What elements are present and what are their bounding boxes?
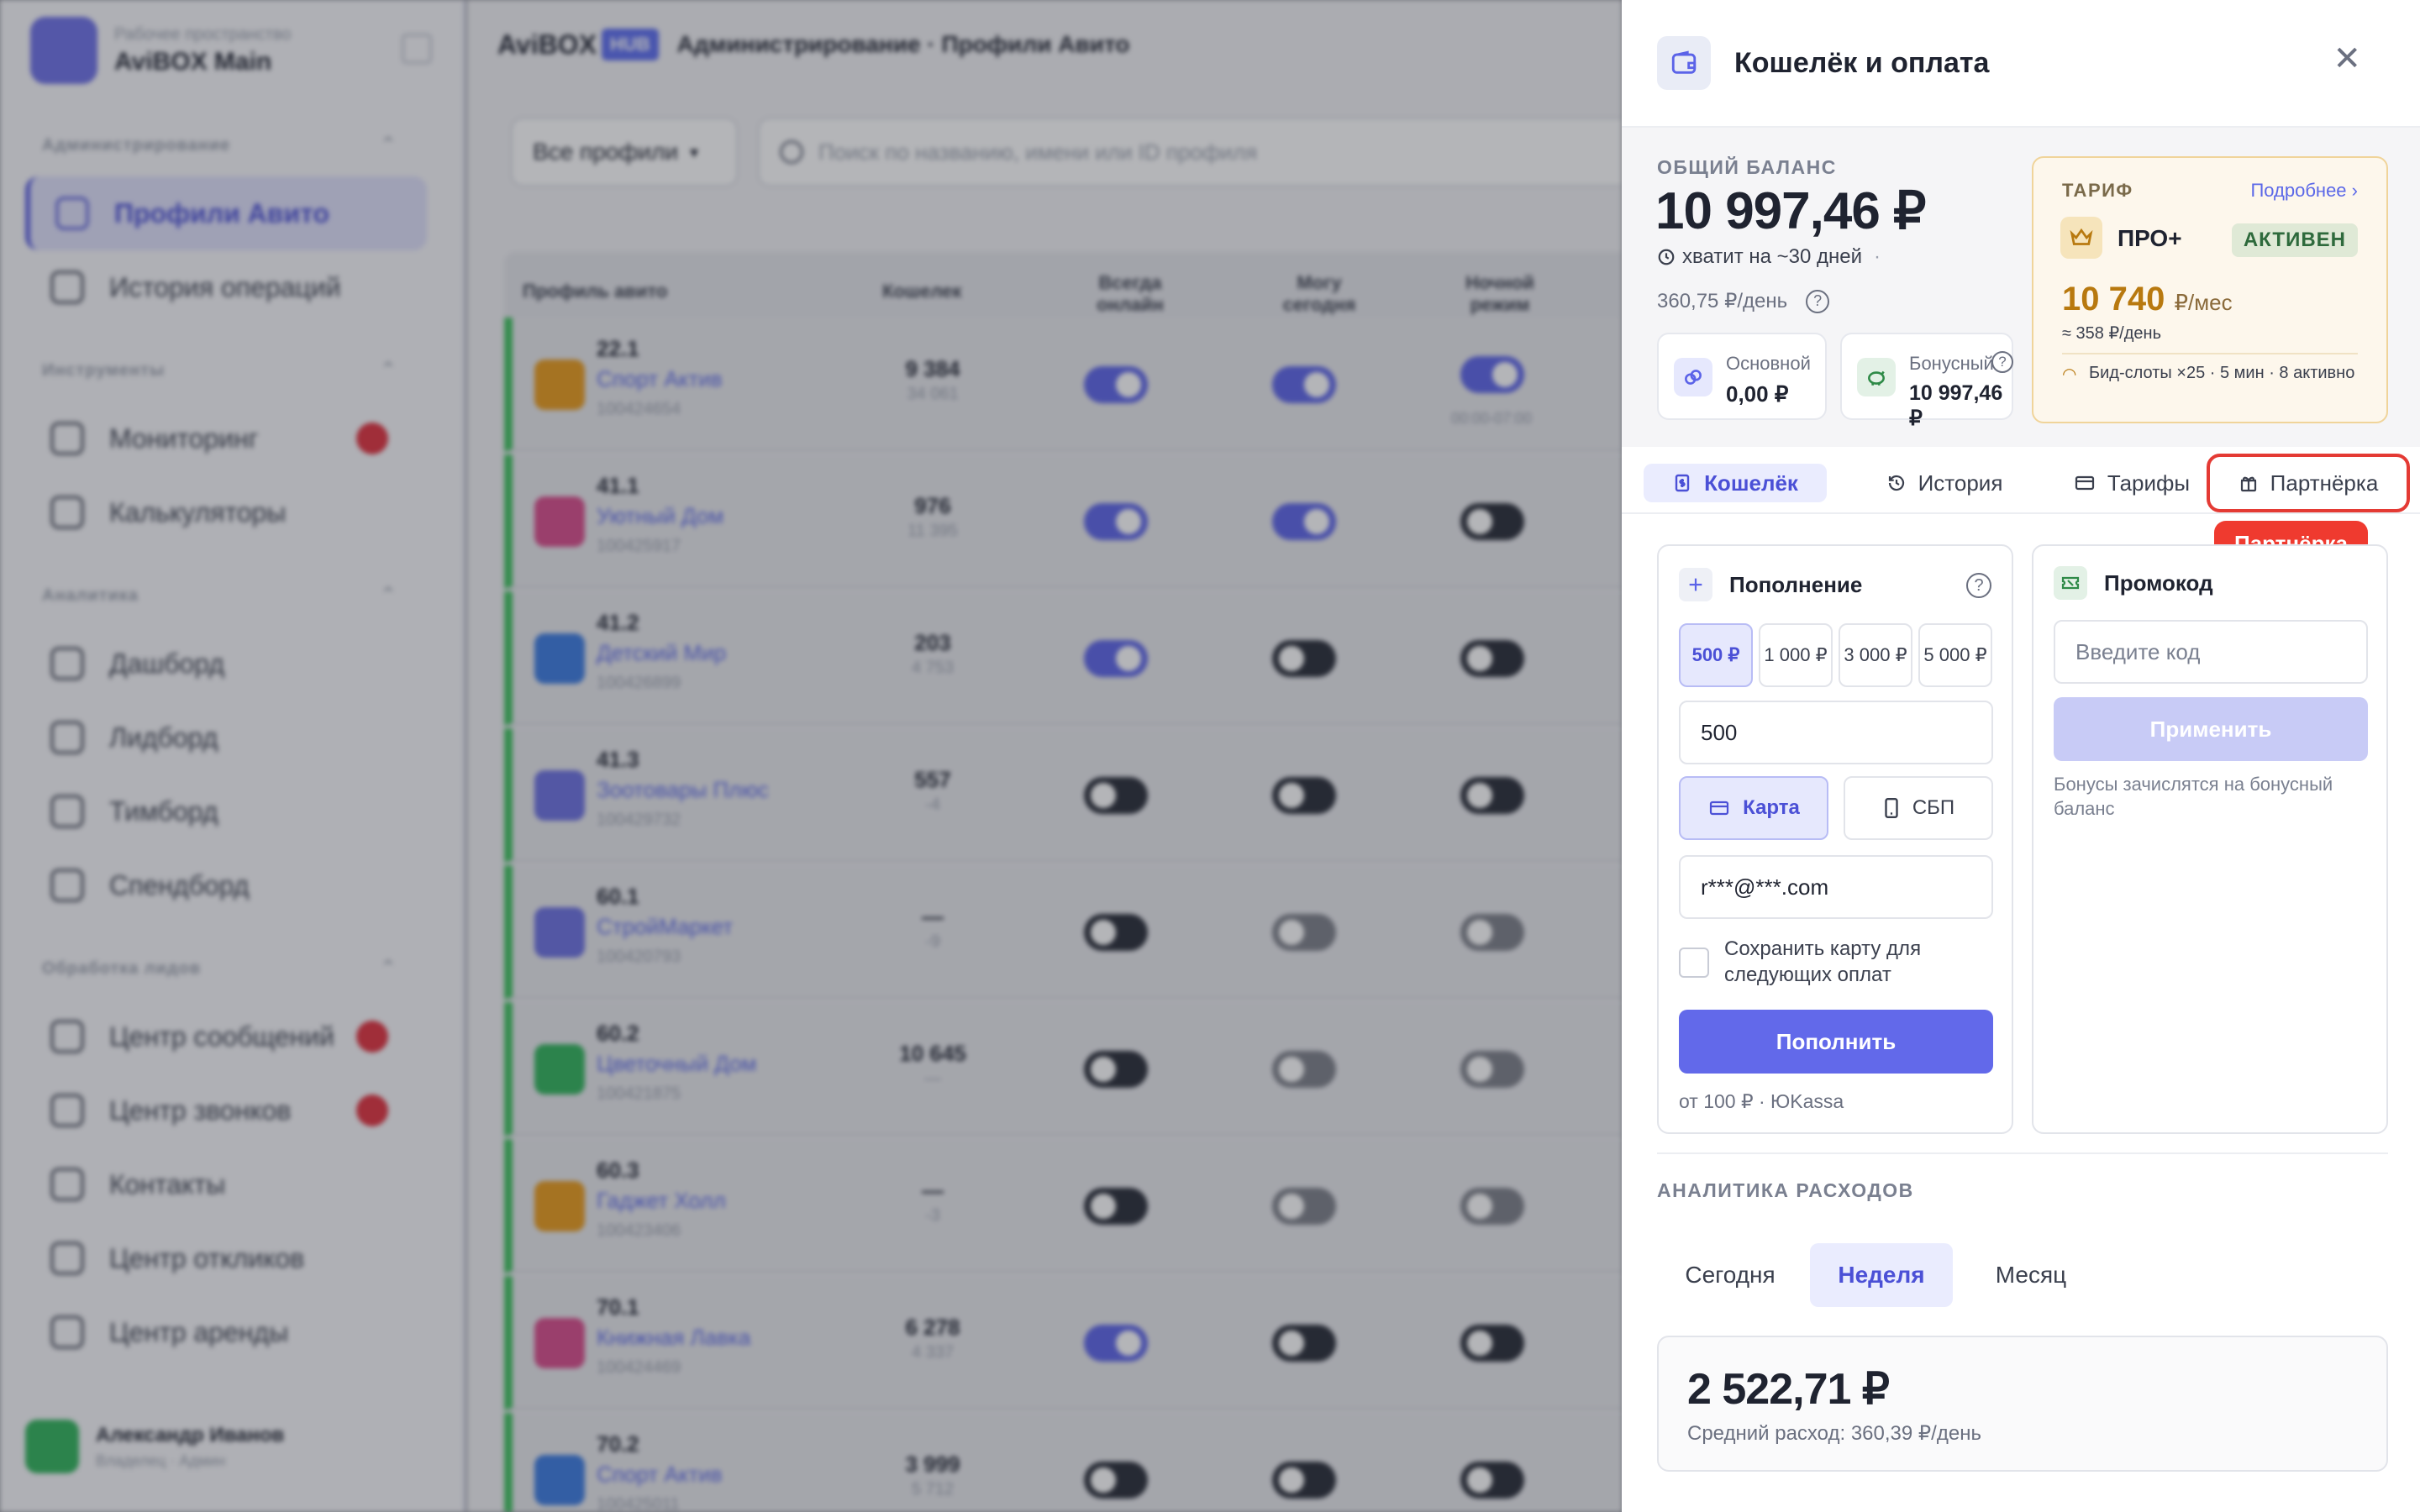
clock-icon [1658, 249, 1675, 265]
gift-icon [2238, 473, 2259, 493]
card-icon [1707, 798, 1731, 818]
spend-average: Средний расход: 360,39 ₽/день [1687, 1422, 1981, 1445]
promo-note: Бонусы зачислятся на бонусный баланс [2054, 774, 2333, 819]
period-today[interactable]: Сегодня [1657, 1243, 1803, 1307]
chevron-right-icon: › [2351, 180, 2358, 201]
tab-label: Партнёрка [2270, 470, 2379, 496]
plus-icon [1679, 568, 1712, 601]
promo-header: Промокод [2054, 566, 2213, 600]
divider [1657, 1152, 2388, 1154]
promo-code-input[interactable]: Введите код [2054, 620, 2368, 684]
main-balance-label: Основной [1726, 353, 1811, 374]
status-badge: АКТИВЕН [2231, 223, 2358, 257]
balance-value: 10 997,46 ₽ [1655, 182, 1926, 240]
save-card-checkbox[interactable] [1679, 948, 1709, 978]
close-icon[interactable]: ✕ [2333, 42, 2361, 76]
tariff-price-value: 10 740 [2062, 281, 2165, 318]
pay-method-label: Карта [1743, 796, 1800, 819]
panel-header: Кошелёк и оплата ✕ [1622, 0, 2420, 128]
tab-partner[interactable]: Партнёрка [2207, 454, 2410, 512]
tab-label: История [1918, 470, 2003, 496]
divider [2062, 353, 2358, 354]
main-balance-value: 0,00 ₽ [1726, 381, 1789, 407]
help-icon[interactable]: ? [1806, 289, 1830, 313]
balance-section: ОБЩИЙ БАЛАНС 10 997,46 ₽ хватит на ~30 д… [1622, 128, 2420, 447]
tariff-per-day: ≈ 358 ₽/день [2062, 324, 2161, 343]
gauge-icon: ◠ [2062, 365, 2077, 384]
tab-history[interactable]: История [1860, 464, 2028, 502]
analytics-title: АНАЛИТИКА РАСХОДОВ [1657, 1179, 1914, 1201]
amount-preset-1000[interactable]: 1 000 ₽ [1759, 623, 1833, 687]
bonus-balance-card: Бонусный 10 997,46 ₽ ? [1840, 333, 2013, 430]
topup-button[interactable]: Пополнить [1679, 1010, 1993, 1074]
promo-card: Промокод Введите код Применить Бонусы за… [2032, 544, 2388, 1134]
topup-header: Пополнение [1679, 568, 1862, 601]
more-link-text: Подробнее [2250, 180, 2347, 201]
separator-dot: · [1874, 245, 1881, 268]
help-icon[interactable]: ? [1966, 573, 1991, 598]
tariff-features: ◠ Бид-слоты ×25 · 5 мин · 8 активно [2062, 363, 2365, 384]
ticket-icon [2054, 566, 2087, 600]
bonus-balance-label: Бонусный [1909, 353, 1994, 374]
amount-preset-3000[interactable]: 3 000 ₽ [1839, 623, 1912, 687]
spend-summary-card: 2 522,71 ₽ Средний расход: 360,39 ₽/день [1657, 1336, 2388, 1472]
promo-title: Промокод [2104, 570, 2213, 596]
apply-promo-button[interactable]: Применить [2054, 697, 2368, 761]
wallet-icon [1657, 36, 1711, 90]
email-field[interactable]: r***@***.com [1679, 855, 1993, 919]
modal-backdrop[interactable] [0, 0, 1622, 1512]
save-card-label: Сохранить карту для следующих оплат [1724, 937, 1922, 987]
dollar-doc-icon [1672, 473, 1692, 493]
wallet-panel: Кошелёк и оплата ✕ ОБЩИЙ БАЛАНС 10 997,4… [1622, 0, 2420, 1512]
period-week[interactable]: Неделя [1810, 1243, 1953, 1307]
pay-method-label: СБП [1912, 796, 1955, 819]
panel-title: Кошелёк и оплата [1734, 46, 1990, 79]
piggy-bank-icon [1857, 358, 1896, 396]
pay-method-card[interactable]: Карта [1679, 776, 1828, 840]
crown-icon [2060, 217, 2102, 259]
tab-label: Кошелёк [1704, 470, 1798, 496]
tab-label: Тарифы [2107, 470, 2191, 496]
tariff-card: ТАРИФ Подробнее › ПРО+ АКТИВЕН 10 740 ₽/… [2032, 156, 2388, 423]
tariff-more-link[interactable]: Подробнее › [2250, 180, 2358, 202]
help-icon[interactable]: ? [1991, 351, 2013, 373]
tariff-name: ПРО+ [2118, 225, 2182, 251]
pay-method-sbp[interactable]: СБП [1844, 776, 1993, 840]
period-month[interactable]: Месяц [1960, 1243, 2102, 1307]
bonus-balance-value: 10 997,46 ₽ [1909, 381, 2003, 430]
card-icon [2074, 473, 2096, 493]
balance-runway: хватит на ~30 дней · [1657, 245, 1881, 269]
tab-wallet[interactable]: Кошелёк [1644, 464, 1827, 502]
history-icon [1886, 473, 1907, 493]
topup-card: Пополнение ? 500 ₽ 1 000 ₽ 3 000 ₽ 5 000… [1657, 544, 2013, 1134]
tariff-price-unit: ₽/мес [2174, 290, 2233, 315]
tariff-price: 10 740 ₽/мес [2062, 281, 2233, 318]
amount-preset-5000[interactable]: 5 000 ₽ [1918, 623, 1992, 687]
main-balance-card: Основной 0,00 ₽ [1657, 333, 1827, 420]
phone-icon [1882, 797, 1901, 819]
runway-text: хватит на ~30 дней [1682, 245, 1863, 268]
spend-total: 2 522,71 ₽ [1687, 1365, 1890, 1414]
amount-input[interactable]: 500 [1679, 701, 1993, 764]
panel-tabs: Кошелёк История Тарифы Партнёрка [1622, 447, 2420, 514]
amount-preset-500[interactable]: 500 ₽ [1679, 623, 1753, 687]
topup-note: от 100 ₽ · ЮKassa [1679, 1090, 1844, 1112]
balance-per-day: 360,75 ₽/день ? [1657, 289, 1830, 313]
per-day-text: 360,75 ₽/день [1657, 290, 1788, 312]
link-icon [1674, 358, 1712, 396]
tariff-features-text: Бид-слоты ×25 · 5 мин · 8 активно [2089, 364, 2355, 382]
tab-tariffs[interactable]: Тарифы [2052, 464, 2212, 502]
topup-title: Пополнение [1729, 571, 1863, 597]
balance-label: ОБЩИЙ БАЛАНС [1657, 156, 1837, 178]
tariff-label: ТАРИФ [2062, 180, 2133, 201]
